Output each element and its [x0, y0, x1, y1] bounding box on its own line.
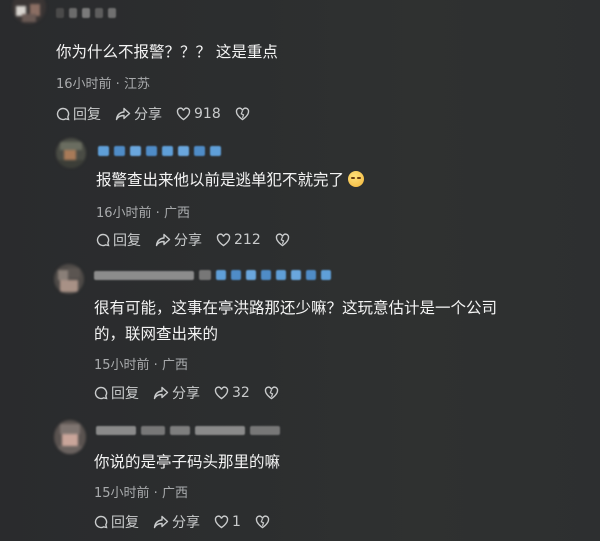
avatar[interactable] — [54, 420, 86, 454]
reply-button[interactable]: 回复 — [94, 512, 139, 532]
reply-bubble-icon — [94, 386, 108, 400]
like-count: 212 — [234, 232, 261, 248]
share-button[interactable]: 分享 — [155, 230, 202, 250]
dislike-button[interactable] — [235, 107, 253, 121]
share-button[interactable]: 分享 — [153, 512, 200, 532]
reply-bubble-icon — [94, 515, 108, 529]
comment-meta: 16小时前 · 江苏 — [56, 77, 150, 92]
share-arrow-icon — [155, 233, 171, 247]
comment-actions: 回复 分享 1 — [94, 512, 287, 532]
comment-1: 你为什么不报警？？？ 这是重点 16小时前 · 江苏 回复 分享 918 — [0, 0, 600, 128]
comment-meta: 16小时前 · 广西 — [96, 206, 190, 221]
share-arrow-icon — [115, 107, 131, 121]
like-button[interactable]: 32 — [214, 385, 250, 401]
heart-icon — [214, 386, 229, 400]
comment-meta: 15小时前 · 广西 — [94, 358, 188, 373]
reply-label: 回复 — [113, 233, 141, 249]
dislike-button[interactable] — [255, 515, 273, 529]
reply-button[interactable]: 回复 — [96, 230, 141, 250]
reply-bubble-icon — [96, 233, 110, 247]
comment-text-line-2: 的，联网查出来的 — [94, 325, 219, 343]
broken-heart-icon — [235, 107, 249, 121]
comment-text-line-1: 很有可能，这事在亭洪路那还少嘛？这玩意估计是一个公司 — [94, 299, 498, 317]
share-label: 分享 — [134, 107, 162, 123]
username[interactable] — [56, 8, 116, 18]
broken-heart-icon — [264, 386, 279, 400]
comment-actions: 回复 分享 32 — [94, 383, 296, 403]
comment-actions: 回复 分享 212 — [96, 230, 307, 250]
username[interactable] — [94, 270, 331, 280]
dislike-button[interactable] — [275, 233, 293, 247]
comment-actions: 回复 分享 918 — [56, 104, 267, 124]
comment-meta: 15小时前 · 广西 — [94, 486, 188, 501]
reply-button[interactable]: 回复 — [56, 104, 101, 124]
comment-text: 你说的是亭子码头那里的嘛 — [94, 453, 281, 471]
share-button[interactable]: 分享 — [153, 383, 200, 403]
share-button[interactable]: 分享 — [115, 104, 162, 124]
reply-bubble-icon — [56, 107, 70, 121]
reply-button[interactable]: 回复 — [94, 383, 139, 403]
heart-icon — [214, 515, 229, 529]
like-button[interactable]: 212 — [216, 232, 261, 248]
dislike-button[interactable] — [264, 386, 282, 400]
share-arrow-icon — [153, 386, 169, 400]
avatar[interactable] — [54, 264, 84, 294]
comment-3: 很有可能，这事在亭洪路那还少嘛？这玩意估计是一个公司 的，联网查出来的 15小时… — [0, 258, 600, 410]
comment-2: 报警查出来他以前是逃单犯不就完了 16小时前 · 广西 回复 分享 212 — [0, 128, 600, 258]
comment-4: 你说的是亭子码头那里的嘛 15小时前 · 广西 回复 分享 1 — [0, 410, 600, 541]
comment-text: 你为什么不报警？？？ 这是重点 — [56, 43, 278, 61]
like-button[interactable]: 918 — [176, 106, 221, 122]
share-label: 分享 — [172, 386, 200, 402]
smirk-emoji-icon — [348, 171, 365, 187]
username[interactable] — [96, 426, 280, 435]
share-label: 分享 — [174, 233, 202, 249]
avatar[interactable] — [56, 138, 86, 168]
like-count: 1 — [232, 514, 241, 530]
username[interactable] — [98, 146, 221, 156]
reply-label: 回复 — [111, 515, 139, 531]
like-count: 918 — [194, 106, 221, 122]
heart-icon — [176, 107, 191, 121]
broken-heart-icon — [255, 515, 270, 529]
comment-text-content: 报警查出来他以前是逃单犯不就完了 — [96, 171, 345, 189]
heart-icon — [216, 233, 231, 247]
comment-text: 报警查出来他以前是逃单犯不就完了 — [96, 166, 365, 194]
reply-label: 回复 — [73, 107, 101, 123]
broken-heart-icon — [275, 233, 289, 247]
share-label: 分享 — [172, 515, 200, 531]
avatar[interactable] — [12, 0, 46, 24]
share-arrow-icon — [153, 515, 169, 529]
like-count: 32 — [232, 385, 250, 401]
like-button[interactable]: 1 — [214, 514, 241, 530]
reply-label: 回复 — [111, 386, 139, 402]
